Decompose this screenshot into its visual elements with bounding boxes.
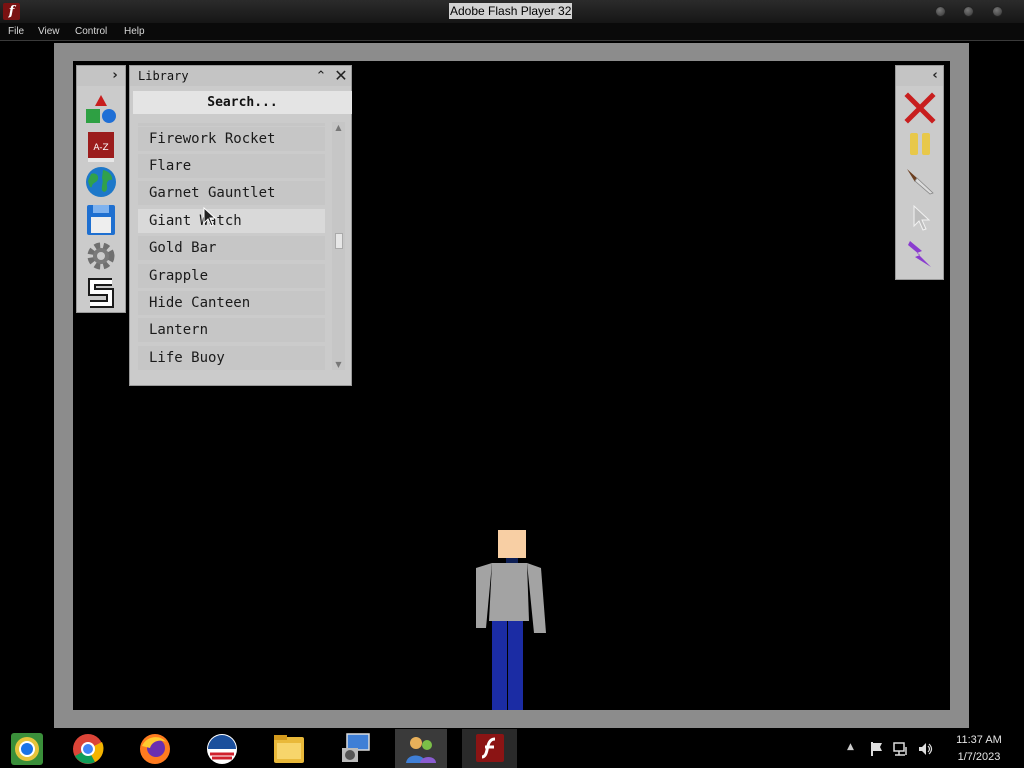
ragdoll-right-arm xyxy=(527,563,546,633)
volume-icon[interactable] xyxy=(917,741,933,757)
ragdoll-torso xyxy=(489,563,529,621)
flash-logo-icon: f xyxy=(3,3,20,20)
menu-control[interactable]: Control xyxy=(75,26,107,37)
taskbar-flash-app[interactable] xyxy=(462,729,517,768)
chrome-remote-icon[interactable] xyxy=(10,732,44,766)
knife-icon[interactable] xyxy=(904,164,936,196)
system-clock[interactable]: 11:37 AM 1/7/2023 xyxy=(944,732,1014,766)
list-item[interactable]: Grapple xyxy=(138,264,325,288)
svg-text:A-Z: A-Z xyxy=(93,143,108,153)
control-panel-icon[interactable] xyxy=(339,732,373,766)
list-item[interactable]: Gold Bar xyxy=(138,236,325,260)
window-titlebar: f Adobe Flash Player 32 xyxy=(0,0,1024,23)
minimize-button[interactable] xyxy=(935,6,946,17)
scroll-up-arrow-icon[interactable]: ▲ xyxy=(332,122,345,133)
list-item[interactable]: Garnet Gauntlet xyxy=(138,181,325,205)
flag-icon[interactable] xyxy=(869,741,885,757)
file-explorer-icon[interactable] xyxy=(272,733,306,765)
close-library-button[interactable]: ✕ xyxy=(332,66,350,86)
tray-expand-icon[interactable]: ▲ xyxy=(847,742,854,752)
collapse-toolbar-button[interactable]: › xyxy=(105,66,125,86)
list-item[interactable]: Firework Rocket xyxy=(138,127,325,151)
ragdoll-right-leg xyxy=(508,621,523,710)
list-item[interactable]: Flare xyxy=(138,154,325,178)
library-item-list: Firework Rocket Flare Garnet Gauntlet Gi… xyxy=(138,123,326,372)
taskbar: ▲ 11:37 AM 1/7/2023 xyxy=(0,729,1024,768)
ragdoll-figure[interactable] xyxy=(463,529,555,710)
menu-bar: File View Control Help xyxy=(0,23,1024,41)
list-item-hovered[interactable]: Giant Watch xyxy=(138,209,325,233)
clock-date: 1/7/2023 xyxy=(957,751,1001,763)
close-button[interactable] xyxy=(992,6,1003,17)
gear-icon[interactable] xyxy=(85,240,117,272)
list-item[interactable]: Lantern xyxy=(138,318,325,342)
flash-player-icon xyxy=(476,734,504,762)
chrome-icon[interactable] xyxy=(71,732,105,766)
list-item[interactable]: Life Buoy xyxy=(138,346,325,370)
list-item[interactable]: Hide Canteen xyxy=(138,291,325,315)
scroll-down-arrow-icon[interactable]: ▼ xyxy=(332,359,345,370)
clock-time: 11:37 AM xyxy=(956,734,1002,746)
mouse-cursor-icon xyxy=(203,207,217,227)
library-scrollbar[interactable]: ▲ ▼ xyxy=(332,122,345,370)
shapes-icon[interactable] xyxy=(85,94,117,126)
window-title: Adobe Flash Player 32 xyxy=(449,3,573,19)
library-title: Library xyxy=(138,69,189,83)
list-item-partial[interactable] xyxy=(138,123,325,126)
taskbar-active-app[interactable] xyxy=(395,729,447,768)
collapse-right-toolbar-button[interactable]: ‹ xyxy=(926,66,944,86)
left-toolbar: › A-Z xyxy=(76,65,126,313)
collapse-library-button[interactable]: ⌃ xyxy=(313,66,329,86)
people-icon xyxy=(406,737,436,763)
maximize-button[interactable] xyxy=(963,6,974,17)
scrollbar-thumb[interactable] xyxy=(335,233,343,249)
s-logo-icon[interactable] xyxy=(85,277,117,309)
floppy-disk-icon[interactable] xyxy=(85,204,117,236)
library-search-input[interactable] xyxy=(133,91,352,114)
lightning-icon[interactable] xyxy=(904,238,936,270)
cursor-icon[interactable] xyxy=(904,202,936,234)
firefox-icon[interactable] xyxy=(138,732,172,766)
network-icon[interactable] xyxy=(893,741,909,757)
a-z-book-icon[interactable]: A-Z xyxy=(85,131,117,163)
menu-help[interactable]: Help xyxy=(124,26,145,37)
obama-logo-icon[interactable] xyxy=(205,732,239,766)
globe-icon[interactable] xyxy=(85,166,117,198)
library-panel: Library ⌃ ✕ Firework Rocket Flare Garnet… xyxy=(129,65,352,386)
red-x-icon[interactable] xyxy=(904,92,936,124)
pause-icon[interactable] xyxy=(904,129,936,161)
ragdoll-left-leg xyxy=(492,621,507,710)
menu-file[interactable]: File xyxy=(8,26,24,37)
menu-view[interactable]: View xyxy=(38,26,60,37)
right-toolbar: ‹ xyxy=(895,65,944,280)
ragdoll-head xyxy=(498,530,526,558)
